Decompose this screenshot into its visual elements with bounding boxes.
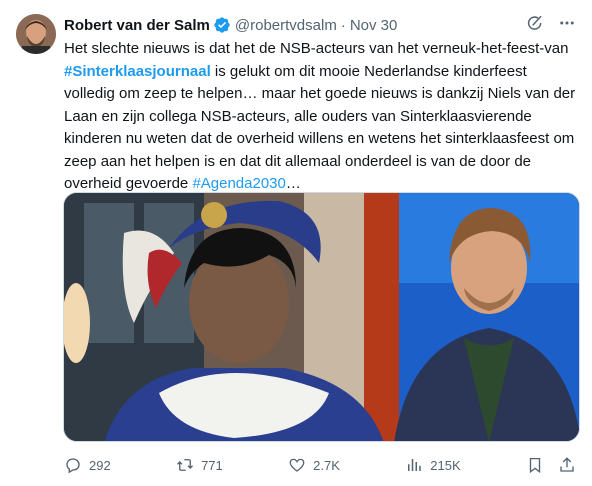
like-count: 2.7K: [313, 457, 340, 473]
bookmark-button[interactable]: [526, 456, 544, 474]
avatar-image: [16, 14, 56, 54]
tweet-text: Het slechte nieuws is dat het de NSB-act…: [64, 38, 578, 196]
author-name[interactable]: Robert van der Salm: [64, 17, 210, 34]
avatar[interactable]: [16, 14, 56, 54]
header-actions: [526, 14, 576, 36]
hashtag-agenda2030[interactable]: #Agenda2030: [192, 175, 285, 192]
like-button[interactable]: 2.7K: [288, 456, 340, 474]
more-icon[interactable]: [558, 14, 576, 36]
action-bar: 292 771 2.7K 215K: [64, 453, 576, 477]
media-photo: [64, 193, 579, 441]
views-button[interactable]: 215K: [405, 456, 461, 474]
tweet-text-part-1: Het slechte nieuws is dat het de NSB-act…: [64, 40, 569, 57]
reply-icon: [66, 458, 80, 474]
hashtag-sinterklaasjournaal[interactable]: #Sinterklaasjournaal: [64, 63, 211, 80]
verified-badge-icon[interactable]: [213, 16, 231, 34]
repost-button[interactable]: 771: [176, 456, 223, 474]
grok-icon[interactable]: [526, 14, 544, 36]
tweet-date[interactable]: Nov 30: [350, 17, 398, 34]
share-icon: [560, 457, 574, 472]
reply-button[interactable]: 292: [64, 456, 111, 474]
tweet[interactable]: Robert van der Salm @robertvdsalm · Nov …: [0, 0, 592, 486]
show-more-ellipsis[interactable]: …: [286, 175, 301, 192]
reply-count: 292: [89, 457, 111, 473]
views-count: 215K: [430, 457, 461, 473]
bookmark-icon: [529, 457, 541, 474]
tweet-header: Robert van der Salm @robertvdsalm · Nov …: [64, 14, 576, 36]
tweet-text-part-2: is gelukt om dit mooie Nederlandse kinde…: [64, 62, 576, 193]
tweet-media-image[interactable]: [63, 192, 580, 442]
repost-count: 771: [201, 457, 223, 473]
share-button[interactable]: [558, 456, 576, 474]
like-icon: [289, 458, 305, 472]
views-icon: [408, 459, 422, 471]
repost-icon: [177, 459, 194, 471]
separator-dot: ·: [340, 16, 346, 34]
author-handle[interactable]: @robertvdsalm: [235, 17, 337, 34]
